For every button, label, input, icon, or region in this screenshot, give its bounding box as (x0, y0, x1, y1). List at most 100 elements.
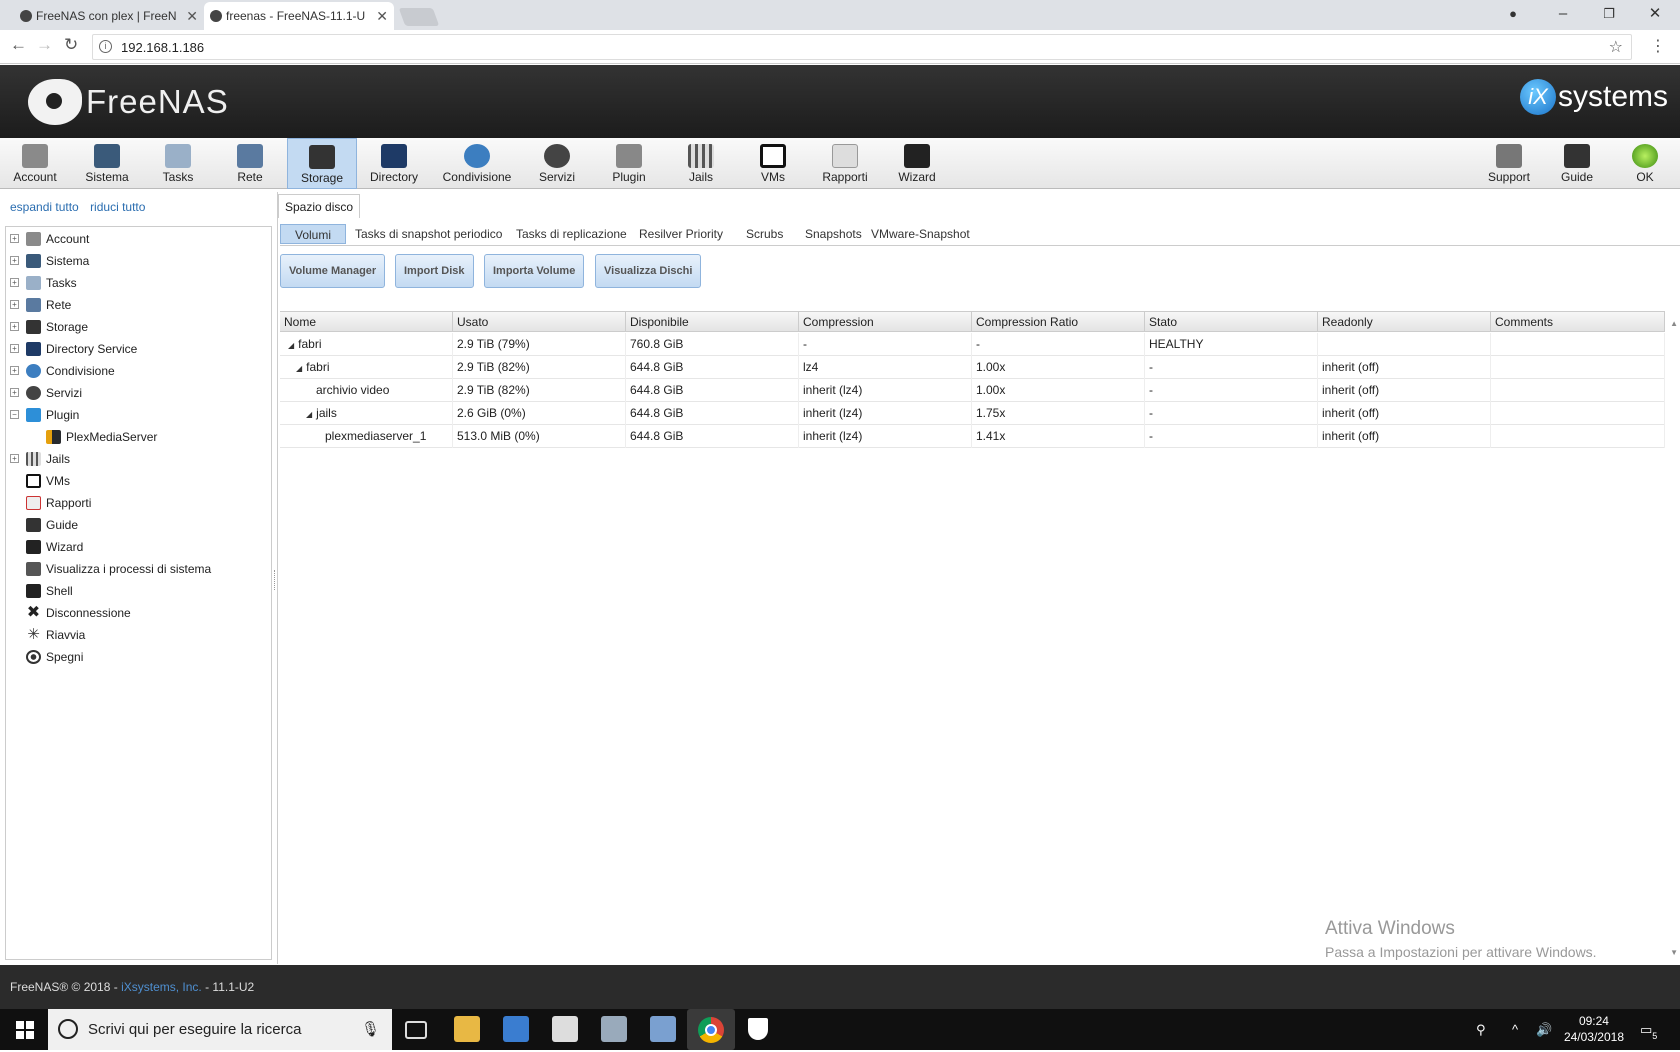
wizard-hat-icon (26, 540, 41, 554)
collapse-icon[interactable]: − (10, 410, 19, 419)
expand-icon[interactable]: + (10, 366, 19, 375)
windows-start-icon[interactable] (16, 1021, 34, 1039)
expand-all-link[interactable]: espandi tutto (10, 200, 79, 214)
expand-icon[interactable]: + (10, 454, 19, 463)
restore-button[interactable]: ❐ (1586, 0, 1632, 30)
plex-icon (46, 430, 61, 444)
browser-menu-icon[interactable]: ⋮ (1650, 36, 1666, 56)
reload-icon[interactable]: ↻ (64, 35, 78, 55)
minimize-button[interactable]: – (1540, 0, 1586, 30)
column-header[interactable]: Compression (799, 312, 972, 332)
import-disk-button[interactable]: Import Disk (395, 254, 474, 288)
expand-icon[interactable]: + (10, 300, 19, 309)
back-icon[interactable]: ← (10, 35, 27, 55)
toolbar-support[interactable]: Support (1474, 138, 1544, 189)
scroll-down-icon[interactable]: ▼ (1670, 948, 1678, 957)
column-header[interactable]: Readonly (1318, 312, 1491, 332)
storage-subtabs: Volumi Tasks di snapshot periodico Tasks… (280, 222, 1680, 246)
toolbar-sistema[interactable]: Sistema (72, 138, 142, 189)
window-close-button[interactable]: ✕ (1632, 0, 1678, 30)
people-icon[interactable]: ⚲ (1476, 1009, 1486, 1050)
expand-icon[interactable]: + (10, 234, 19, 243)
paint-icon[interactable] (601, 1016, 627, 1042)
volume-manager-button[interactable]: Volume Manager (280, 254, 386, 288)
forward-icon[interactable]: → (36, 35, 53, 55)
store-icon[interactable] (503, 1016, 529, 1042)
taskbar-clock[interactable]: 09:24 24/03/2018 (1564, 1013, 1624, 1045)
collapse-all-link[interactable]: riduci tutto (90, 200, 145, 214)
microphone-icon[interactable]: 🎙 (361, 1009, 380, 1050)
tab-volumi[interactable]: Volumi (280, 224, 347, 244)
toolbar-guide[interactable]: Guide (1542, 138, 1612, 189)
expand-icon[interactable]: + (10, 344, 19, 353)
expand-icon[interactable]: + (10, 278, 19, 287)
close-icon[interactable]: ✕ (186, 2, 198, 30)
ix-mark: iX (1519, 79, 1556, 115)
url-field[interactable]: i 192.168.1.186 ☆ (92, 34, 1632, 60)
table-row[interactable]: ◢ fabri 2.9 TiB (82%) 644.8 GiB lz4 1.00x - inh… (280, 356, 1665, 379)
column-header[interactable]: Usato (453, 312, 626, 332)
column-header[interactable]: Compression Ratio (972, 312, 1145, 332)
table-row[interactable]: archivio video 2.9 TiB (82%) 644.8 GiB inhe… (280, 379, 1665, 402)
toolbar-account[interactable]: Account (0, 138, 70, 189)
mail-icon[interactable] (552, 1016, 578, 1042)
network-app-icon[interactable] (650, 1016, 676, 1042)
volume-icon[interactable]: 🔊 (1536, 1009, 1552, 1050)
view-disks-button[interactable]: Visualizza Dischi (595, 254, 702, 288)
tree-toggle-icon[interactable]: ◢ (296, 358, 302, 380)
toolbar-ok[interactable]: OK (1610, 138, 1680, 189)
browser-tab-2[interactable]: freenas - FreeNAS-11.1-U ✕ (204, 2, 394, 30)
taskbar-search-field[interactable]: Scrivi qui per eseguire la ricerca 🎙 (48, 1009, 392, 1050)
ixsystems-link[interactable]: iXsystems, Inc. (121, 980, 202, 994)
defender-shield-icon[interactable] (748, 1018, 768, 1040)
tray-chevron-icon[interactable]: ^ (1512, 1009, 1518, 1050)
bookmark-star-icon[interactable]: ☆ (1609, 37, 1623, 57)
table-cell-used: 2.6 GiB (0%) (453, 402, 626, 425)
info-icon[interactable]: i (99, 40, 112, 53)
toolbar-vms[interactable]: VMs (738, 138, 808, 189)
file-explorer-icon[interactable] (454, 1016, 480, 1042)
table-row[interactable]: ◢ jails 2.6 GiB (0%) 644.8 GiB inherit (lz4)… (280, 402, 1665, 425)
profile-icon[interactable]: ● (1490, 0, 1536, 30)
tab-scrubs[interactable]: Scrubs (742, 224, 787, 244)
toolbar-label: Support (1487, 170, 1531, 184)
panel-splitter[interactable] (274, 570, 276, 590)
column-header[interactable]: Nome (280, 312, 453, 332)
toolbar-servizi[interactable]: Servizi (522, 138, 592, 189)
toolbar-tasks[interactable]: Tasks (143, 138, 213, 189)
tab-resilver-priority[interactable]: Resilver Priority (635, 224, 727, 244)
expand-icon[interactable]: + (10, 256, 19, 265)
scroll-up-icon[interactable]: ▲ (1670, 319, 1678, 328)
browser-tab-1[interactable]: FreeNAS con plex | FreeN ✕ (14, 2, 204, 30)
toolbar-jails[interactable]: Jails (666, 138, 736, 189)
toolbar-directory[interactable]: Directory (359, 138, 429, 189)
tab-snapshot-tasks[interactable]: Tasks di snapshot periodico (351, 224, 506, 244)
expand-icon[interactable]: + (10, 388, 19, 397)
tab-vmware-snapshot[interactable]: VMware-Snapshot (867, 224, 974, 244)
toolbar-condivisione[interactable]: Condivisione (441, 138, 513, 189)
table-row[interactable]: plexmediaserver_1 513.0 MiB (0%) 644.8 GiB… (280, 425, 1665, 448)
import-volume-button[interactable]: Importa Volume (484, 254, 585, 288)
tab-replication-tasks[interactable]: Tasks di replicazione (512, 224, 631, 244)
task-view-icon[interactable] (405, 1021, 427, 1039)
wizard-hat-icon (904, 144, 930, 168)
tree-toggle-icon[interactable]: ◢ (288, 335, 294, 357)
tab-snapshots[interactable]: Snapshots (801, 224, 866, 244)
toolbar-storage[interactable]: Storage (287, 138, 357, 189)
toolbar-rete[interactable]: Rete (215, 138, 285, 189)
table-row[interactable]: ◢ fabri 2.9 TiB (79%) 760.8 GiB - - HEALTHY (280, 333, 1665, 356)
close-icon[interactable]: ✕ (376, 2, 388, 30)
chrome-taskbar-button[interactable] (687, 1009, 735, 1050)
column-header[interactable]: Disponibile (626, 312, 799, 332)
notification-center-icon[interactable]: ▭5 (1640, 1009, 1657, 1050)
toolbar-rapporti[interactable]: Rapporti (810, 138, 880, 189)
tasks-clock-icon (165, 144, 191, 168)
tab-spazio-disco[interactable]: Spazio disco (278, 194, 361, 218)
column-header[interactable]: Comments (1491, 312, 1665, 332)
toolbar-wizard[interactable]: Wizard (882, 138, 952, 189)
tree-toggle-icon[interactable]: ◢ (306, 404, 312, 426)
column-header[interactable]: Stato (1145, 312, 1318, 332)
expand-icon[interactable]: + (10, 322, 19, 331)
new-tab-button[interactable] (398, 8, 440, 26)
toolbar-plugin[interactable]: Plugin (594, 138, 664, 189)
